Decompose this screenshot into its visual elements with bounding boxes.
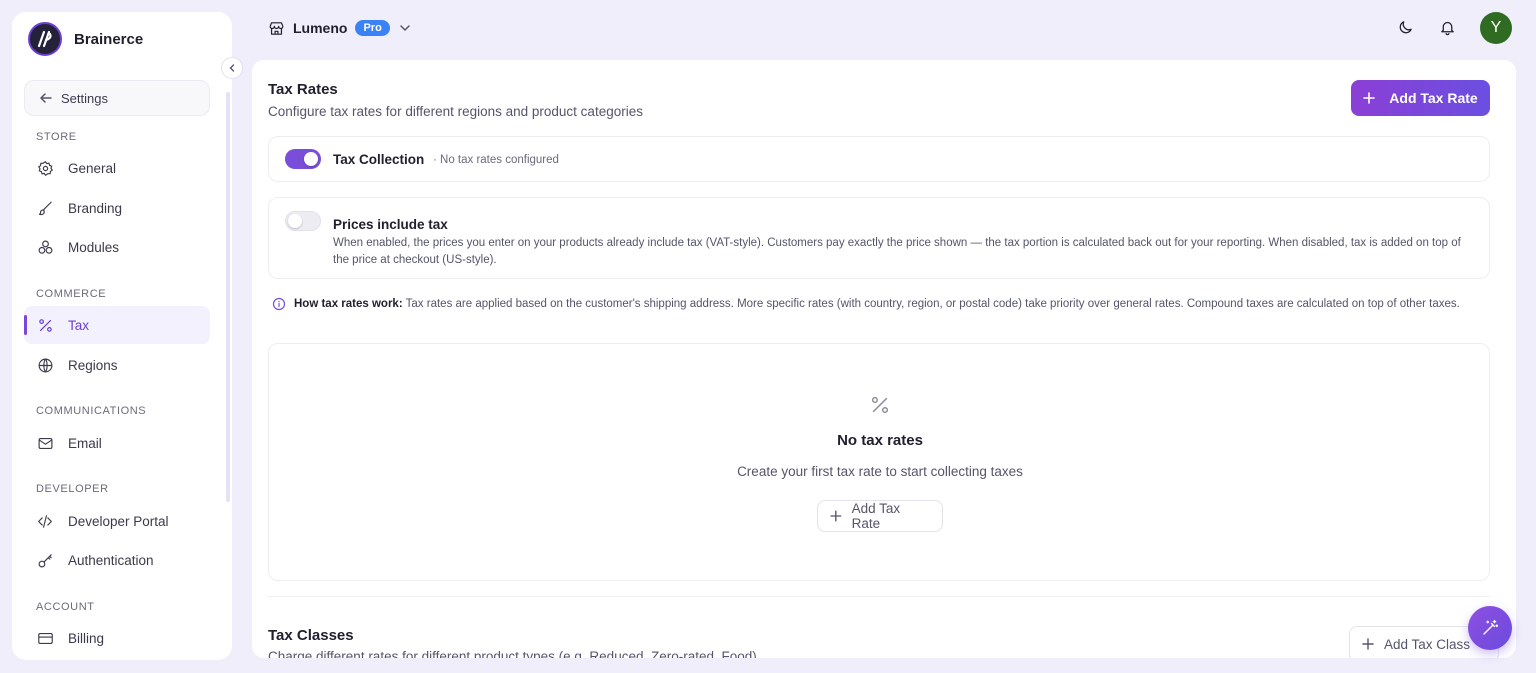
modules-icon (36, 238, 54, 256)
code-icon (36, 512, 54, 530)
prices-include-tax-description: When enabled, the prices you enter on yo… (333, 237, 1461, 266)
brand[interactable]: Brainerce (28, 22, 143, 56)
plus-icon (1362, 638, 1374, 650)
magic-wand-icon (1483, 619, 1499, 635)
tax-classes-subtitle: Charge different rates for different pro… (268, 649, 757, 658)
brand-logo-icon (28, 22, 62, 56)
bell-icon (1440, 21, 1454, 35)
page-title: Tax Rates (268, 81, 338, 98)
section-label-account: ACCOUNT (36, 601, 95, 613)
sidebar-item-email[interactable]: Email (24, 424, 210, 462)
moon-icon (1399, 20, 1412, 33)
empty-add-tax-rate-button[interactable]: Add Tax Rate (817, 500, 943, 532)
back-to-settings-button[interactable]: Settings (24, 80, 210, 116)
add-tax-class-label: Add Tax Class (1384, 636, 1471, 652)
tax-collection-status: · No tax rates configured (433, 154, 559, 166)
sidebar-scrollbar[interactable] (226, 92, 230, 502)
gear-icon (36, 159, 54, 177)
plus-icon (830, 510, 842, 522)
info-heading: How tax rates work: (294, 298, 403, 310)
tax-classes-title: Tax Classes (268, 627, 354, 644)
card-icon (36, 629, 54, 647)
tax-collection-label: Tax Collection (333, 152, 425, 167)
tax-info-note: How tax rates work: Tax rates are applie… (272, 296, 1472, 313)
empty-state-title: No tax rates (837, 432, 923, 449)
key-icon (36, 551, 54, 569)
toggle-knob (304, 152, 318, 166)
back-button-label: Settings (61, 90, 108, 106)
sidebar-item-developer-portal[interactable]: Developer Portal (24, 502, 210, 540)
percent-icon (869, 394, 891, 416)
brand-name: Brainerce (74, 30, 144, 48)
sidebar-item-general[interactable]: General (24, 149, 210, 187)
sidebar: Brainerce Settings STORE General Brandin… (12, 12, 232, 660)
section-label-communications: COMMUNICATIONS (36, 405, 147, 417)
sidebar-item-branding[interactable]: Branding (24, 189, 210, 227)
sidebar-item-label: Authentication (68, 552, 154, 568)
info-text-wrapper: How tax rates work: Tax rates are applie… (294, 296, 1460, 313)
empty-add-tax-rate-label: Add Tax Rate (851, 501, 901, 531)
section-label-commerce: COMMERCE (36, 288, 107, 300)
arrow-left-icon (40, 93, 52, 103)
sidebar-item-label: Regions (68, 357, 118, 373)
sidebar-item-billing[interactable]: Billing (24, 619, 210, 657)
chevron-down-icon (400, 25, 410, 32)
sidebar-item-label: Billing (68, 630, 105, 646)
store-name: Lumeno (293, 20, 348, 36)
brush-icon (36, 199, 54, 217)
section-label-developer: DEVELOPER (36, 483, 109, 495)
user-avatar[interactable]: Y (1480, 12, 1512, 44)
notifications-button[interactable] (1437, 17, 1457, 37)
toggle-knob (288, 214, 302, 228)
mail-icon (36, 434, 54, 452)
plan-badge: Pro (355, 20, 390, 36)
sidebar-item-label: Email (68, 435, 102, 451)
section-label-store: STORE (36, 131, 77, 143)
sidebar-item-modules[interactable]: Modules (24, 228, 210, 266)
info-icon (272, 297, 286, 311)
theme-toggle-button[interactable] (1395, 17, 1415, 37)
sidebar-item-regions[interactable]: Regions (24, 346, 210, 384)
collapse-sidebar-button[interactable] (221, 57, 243, 79)
sidebar-item-label: Branding (68, 200, 123, 216)
globe-icon (36, 356, 54, 374)
tax-collection-panel: Tax Collection · No tax rates configured (268, 136, 1490, 182)
tax-rates-empty-state: No tax rates Create your first tax rate … (268, 343, 1490, 581)
sidebar-item-label: Developer Portal (68, 513, 169, 529)
empty-state-subtitle: Create your first tax rate to start coll… (737, 464, 1023, 479)
plus-icon (1363, 92, 1376, 104)
percent-icon (36, 316, 54, 334)
main-content: Tax Rates Configure tax rates for differ… (252, 60, 1516, 658)
add-tax-rate-label: Add Tax Rate (1389, 90, 1478, 106)
chevron-left-icon (229, 64, 235, 72)
prices-include-tax-label: Prices include tax (333, 217, 448, 232)
sidebar-item-label: Modules (68, 239, 120, 255)
page-subtitle: Configure tax rates for different region… (268, 104, 643, 119)
tax-collection-toggle[interactable] (285, 149, 321, 169)
sidebar-item-authentication[interactable]: Authentication (24, 541, 210, 579)
add-tax-rate-button[interactable]: Add Tax Rate (1351, 80, 1490, 116)
ai-assistant-button[interactable] (1468, 606, 1512, 650)
info-text: Tax rates are applied based on the custo… (405, 298, 1460, 310)
prices-include-tax-toggle[interactable] (285, 211, 321, 231)
store-icon (269, 21, 284, 35)
sidebar-item-label: Tax (68, 317, 90, 333)
store-switcher[interactable]: Lumeno Pro (268, 16, 412, 40)
sidebar-item-label: General (68, 160, 117, 176)
prices-include-tax-panel: Prices include tax When enabled, the pri… (268, 197, 1490, 279)
section-divider (268, 596, 1490, 597)
sidebar-item-tax[interactable]: Tax (24, 306, 210, 344)
